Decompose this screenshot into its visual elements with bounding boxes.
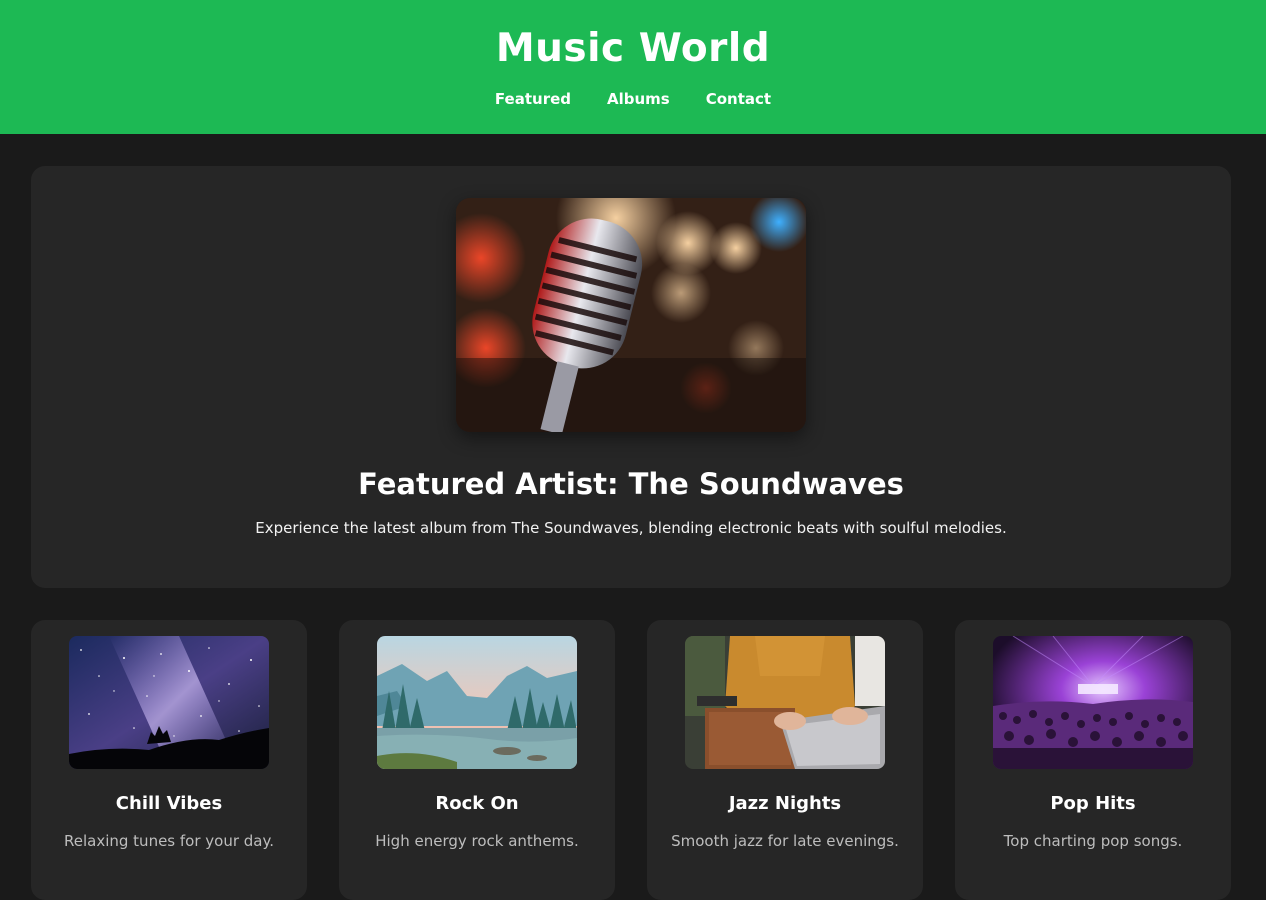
nav-albums[interactable]: Albums (607, 90, 670, 108)
featured-section: Featured Artist: The Soundwaves Experien… (31, 166, 1231, 588)
album-cards: Chill Vibes Relaxing tunes for your day. (31, 620, 1235, 900)
main-nav: Featured Albums Contact (495, 90, 771, 108)
card-title: Pop Hits (1050, 793, 1136, 814)
site-header: Music World Featured Albums Contact (0, 0, 1266, 134)
main-content: Featured Artist: The Soundwaves Experien… (0, 134, 1266, 900)
laptop-hands-image (685, 636, 885, 769)
nav-contact[interactable]: Contact (706, 90, 771, 108)
featured-description: Experience the latest album from The Sou… (255, 519, 1007, 537)
card-title: Jazz Nights (728, 793, 842, 814)
nav-featured[interactable]: Featured (495, 90, 571, 108)
card-description: Smooth jazz for late evenings. (671, 832, 899, 850)
card-title: Rock On (435, 793, 519, 814)
album-card-chill-vibes[interactable]: Chill Vibes Relaxing tunes for your day. (31, 620, 307, 900)
milky-way-image (69, 636, 269, 769)
featured-heading: Featured Artist: The Soundwaves (358, 467, 904, 501)
site-title: Music World (495, 26, 771, 71)
card-description: High energy rock anthems. (375, 832, 579, 850)
album-card-jazz-nights[interactable]: Jazz Nights Smooth jazz for late evening… (647, 620, 923, 900)
concert-crowd-image (993, 636, 1193, 769)
microphone-image (456, 198, 806, 432)
mountain-lake-image (377, 636, 577, 769)
card-description: Relaxing tunes for your day. (64, 832, 274, 850)
album-card-pop-hits[interactable]: Pop Hits Top charting pop songs. (955, 620, 1231, 900)
card-title: Chill Vibes (115, 793, 223, 814)
card-description: Top charting pop songs. (1003, 832, 1183, 850)
album-card-rock-on[interactable]: Rock On High energy rock anthems. (339, 620, 615, 900)
